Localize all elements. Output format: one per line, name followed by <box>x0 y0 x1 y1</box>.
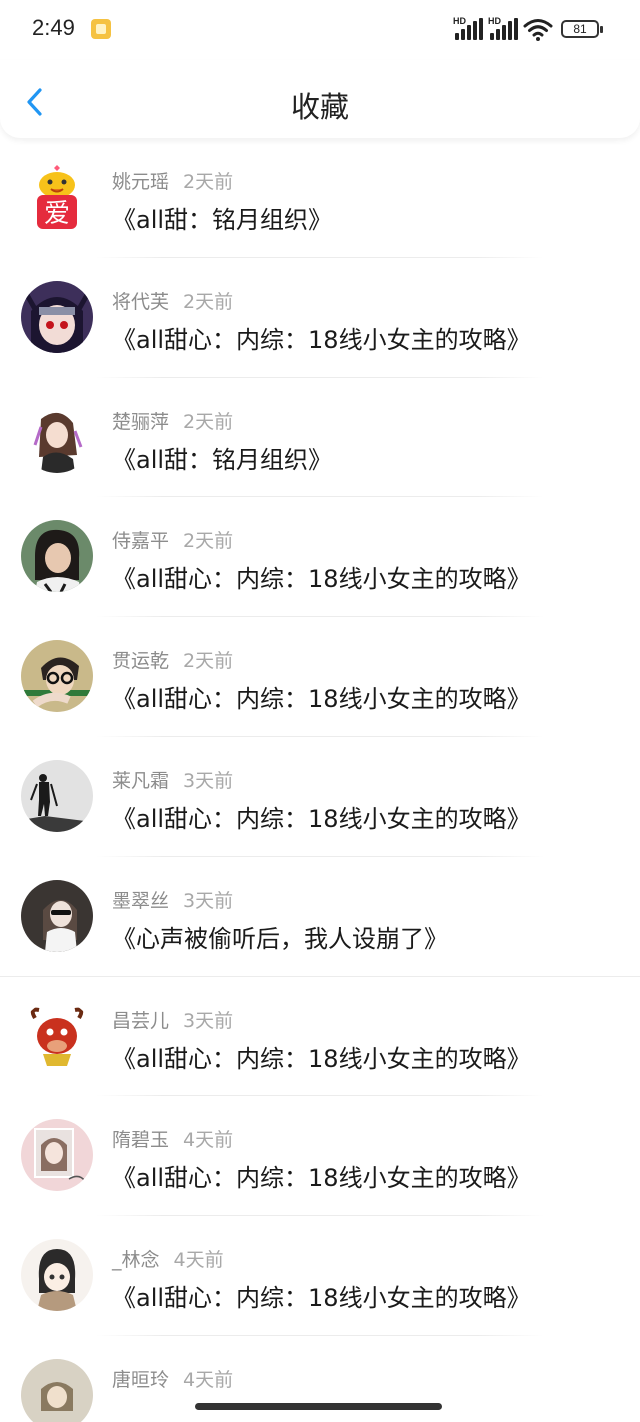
item-title: 《all甜心：内综：18线小女主的攻略》 <box>112 325 531 354</box>
girl-sunglasses-avatar <box>21 879 93 952</box>
status-bar: 2:49 HD HD 81 <box>0 0 640 60</box>
item-time: 2天前 <box>183 650 234 673</box>
item-username: 隋碧玉 <box>112 1129 170 1152</box>
item-time: 2天前 <box>183 530 234 553</box>
status-time: 2:49 <box>32 15 75 40</box>
item-time: 3天前 <box>183 769 234 792</box>
red-bull-avatar <box>21 999 93 1072</box>
pink-photo-avatar <box>21 1119 93 1192</box>
item-title: 《all甜心：内综：18线小女主的攻略》 <box>112 1284 531 1313</box>
list-item[interactable]: 墨翠丝 3天前 《心声被偷听后，我人设崩了》 <box>0 857 640 977</box>
favorites-list: 爱 姚元瑶 2天前 《all甜：铭月组织》 将代芙 2天前 《all甜心：内综：18… <box>0 138 640 1422</box>
item-time: 3天前 <box>183 1009 234 1032</box>
home-indicator[interactable] <box>195 1403 442 1410</box>
list-item[interactable]: 楚骊萍 2天前 《all甜：铭月组织》 <box>0 378 640 498</box>
girl-illustration-avatar <box>21 400 93 473</box>
page-title: 收藏 <box>290 90 349 124</box>
anime-girl-avatar <box>21 1239 93 1312</box>
item-title: 《all甜心：内综：18线小女主的攻略》 <box>112 804 531 833</box>
list-item[interactable]: 侍嘉平 2天前 《all甜心：内综：18线小女主的攻略》 <box>0 497 640 618</box>
svg-text:爱: 爱 <box>44 199 70 229</box>
notification-icon <box>91 19 111 39</box>
item-username: 莱凡霜 <box>112 769 170 792</box>
item-title: 《all甜：铭月组织》 <box>112 445 333 474</box>
signal-icon: HD <box>488 16 520 40</box>
wifi-icon <box>523 19 553 41</box>
battery-icon: 81 <box>561 20 603 38</box>
item-time: 2天前 <box>183 290 234 313</box>
item-username: 将代芙 <box>112 290 170 313</box>
list-item[interactable]: 隋碧玉 4天前 《all甜心：内综：18线小女主的攻略》 <box>0 1096 640 1217</box>
anime-character-avatar <box>21 280 93 353</box>
item-username: 楚骊萍 <box>112 410 170 433</box>
item-time: 2天前 <box>183 410 234 433</box>
item-username: _林念 <box>112 1249 160 1272</box>
list-item[interactable]: _林念 4天前 《all甜心：内综：18线小女主的攻略》 <box>0 1216 640 1336</box>
item-title: 《all甜心：内综：18线小女主的攻略》 <box>112 1044 531 1073</box>
item-username: 唐晅玲 <box>112 1368 170 1391</box>
item-time: 4天前 <box>173 1249 224 1272</box>
item-title: 《all甜心：内综：18线小女主的攻略》 <box>112 1164 531 1193</box>
item-title: 《all甜：铭月组织》 <box>112 206 333 234</box>
item-time: 2天前 <box>183 171 234 193</box>
signal-hd-label: HD <box>488 16 501 26</box>
item-title: 《all甜心：内综：18线小女主的攻略》 <box>112 565 531 594</box>
girl-photo-avatar <box>21 520 93 593</box>
item-username: 姚元瑶 <box>112 171 170 193</box>
signal-icon: HD <box>453 16 485 40</box>
battery-level: 81 <box>573 22 587 36</box>
item-username: 昌芸儿 <box>112 1009 170 1032</box>
yellow-bird-love-avatar: 爱 <box>21 161 93 233</box>
header: 收藏 <box>0 60 640 138</box>
item-time: 4天前 <box>183 1129 234 1152</box>
glasses-photo-avatar <box>21 640 93 713</box>
list-item[interactable]: 爱 姚元瑶 2天前 《all甜：铭月组织》 <box>0 138 640 258</box>
signal-hd-label: HD <box>453 16 466 26</box>
partial-photo-avatar <box>21 1358 93 1422</box>
list-item[interactable]: 将代芙 2天前 《all甜心：内综：18线小女主的攻略》 <box>0 258 640 378</box>
item-username: 墨翠丝 <box>112 889 170 912</box>
list-item[interactable]: 贯运乾 2天前 《all甜心：内综：18线小女主的攻略》 <box>0 617 640 737</box>
item-username: 侍嘉平 <box>112 530 170 553</box>
hiker-silhouette-avatar <box>21 759 93 832</box>
list-item[interactable]: 昌芸儿 3天前 《all甜心：内综：18线小女主的攻略》 <box>0 977 640 1097</box>
item-time: 4天前 <box>183 1368 234 1391</box>
item-username: 贯运乾 <box>112 650 170 673</box>
item-time: 3天前 <box>183 889 234 912</box>
list-item[interactable]: 莱凡霜 3天前 《all甜心：内综：18线小女主的攻略》 <box>0 737 640 857</box>
item-title: 《心声被偷听后，我人设崩了》 <box>112 924 448 953</box>
item-title: 《all甜心：内综：18线小女主的攻略》 <box>112 685 531 714</box>
